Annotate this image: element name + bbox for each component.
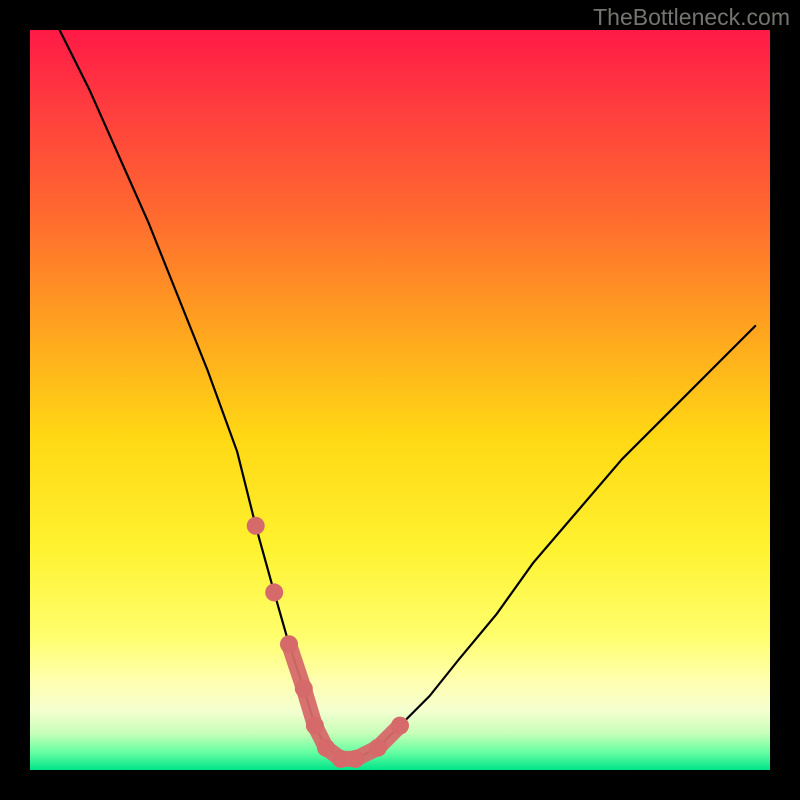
watermark-text: TheBottleneck.com [593, 4, 790, 31]
chart-svg [30, 30, 770, 770]
gradient-background [30, 30, 770, 770]
chart-frame: TheBottleneck.com [0, 0, 800, 800]
plot-area [30, 30, 770, 770]
